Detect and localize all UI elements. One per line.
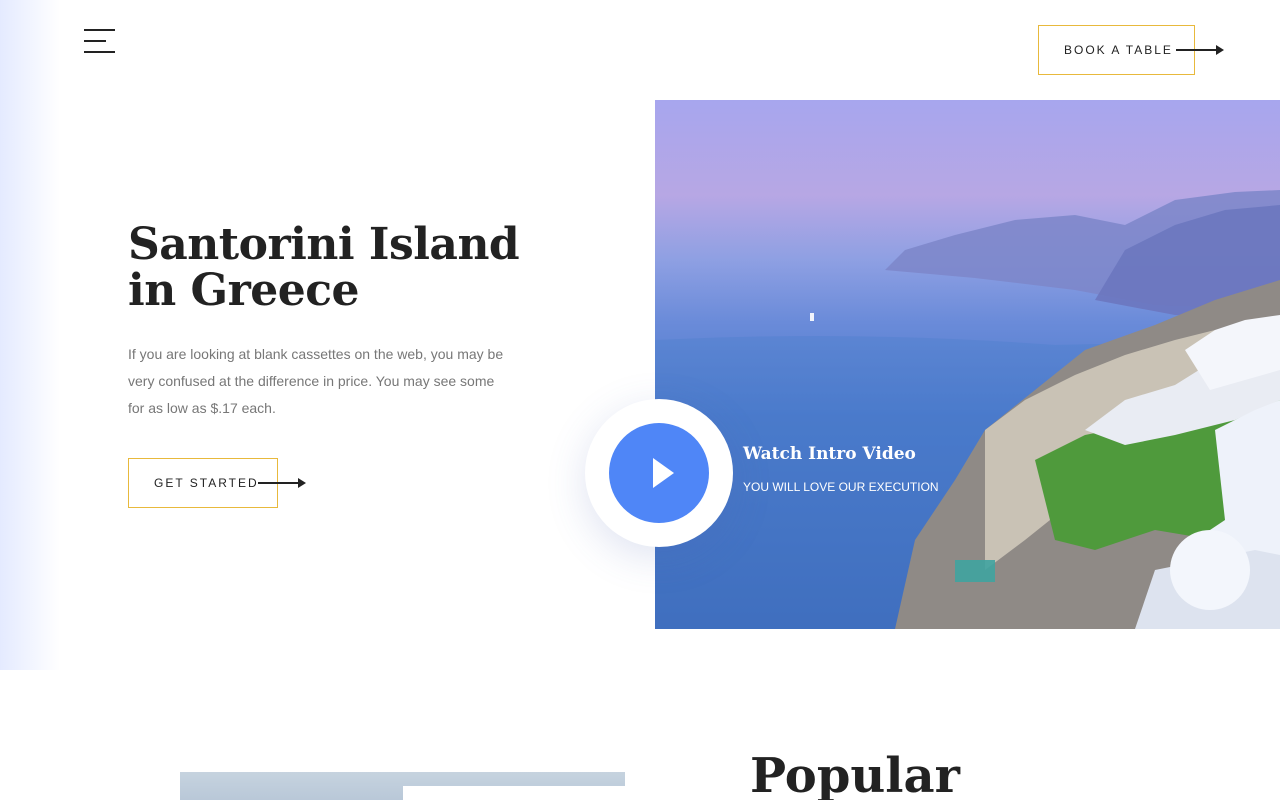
hero-description: If you are looking at blank cassettes on… <box>128 346 504 416</box>
get-started-label: GET STARTED <box>154 476 259 490</box>
watch-intro-video-title: Watch Intro Video <box>743 444 916 464</box>
book-a-table-label: BOOK A TABLE <box>1064 43 1173 57</box>
hero-title: Santorini Island in Greece <box>128 219 520 316</box>
play-icon[interactable] <box>609 423 709 523</box>
get-started-button[interactable]: GET STARTED <box>128 458 306 508</box>
book-a-table-button[interactable]: BOOK A TABLE <box>1038 25 1224 75</box>
hamburger-menu-icon[interactable] <box>84 28 116 54</box>
popular-section-image <box>180 772 625 800</box>
arrow-right-icon <box>1176 45 1224 55</box>
watch-intro-video-subtitle: YOU WILL LOVE OUR EXECUTION <box>743 480 939 494</box>
popular-section-title: Popular <box>750 748 960 800</box>
santorini-hero-image <box>655 100 1280 629</box>
arrow-right-icon <box>258 478 306 488</box>
left-edge-glow <box>0 0 60 670</box>
